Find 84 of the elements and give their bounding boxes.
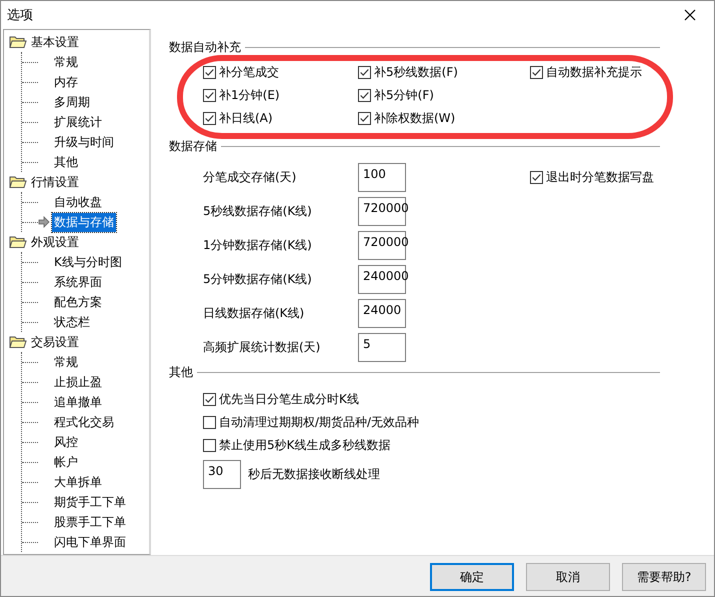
tree-item[interactable]: 状态栏 (52, 312, 92, 332)
check-icon (204, 394, 215, 405)
checkbox[interactable] (203, 66, 216, 79)
checkbox-label: 补5分钟(F) (374, 87, 434, 104)
section-title: 其他 (169, 364, 193, 380)
checkbox-label: 禁止使用5秒K线生成多秒线数据 (219, 437, 391, 454)
input-field[interactable]: 720000 (358, 196, 406, 226)
window-title: 选项 (7, 7, 33, 24)
check-icon (531, 67, 542, 78)
tree-item[interactable]: 自动收盘 (52, 192, 104, 212)
checkbox-label: 退出时分笔数据写盘 (546, 169, 654, 186)
tree-item[interactable]: 多周期 (52, 92, 92, 112)
input-field[interactable]: 30 (203, 460, 241, 489)
tree-group[interactable]: 交易设置 (31, 334, 79, 350)
check-icon (204, 90, 215, 101)
checkbox-label: 补除权数据(W) (374, 110, 456, 127)
tree-item[interactable]: 程式化交易 (52, 412, 116, 432)
checkbox[interactable] (203, 393, 216, 406)
folder-icon (9, 335, 27, 349)
tree-group[interactable]: 外观设置 (31, 234, 79, 250)
tree-group[interactable]: 基本设置 (31, 34, 79, 50)
checkbox[interactable] (203, 112, 216, 125)
checkbox-label: 自动清理过期期权/期货品种/无效品种 (219, 414, 420, 431)
field-label: 分笔成交存储(天) (203, 168, 298, 186)
checkbox[interactable] (358, 89, 371, 102)
checkbox[interactable] (530, 171, 543, 184)
field-label: 高频扩展统计数据(天) (203, 338, 322, 356)
tree-item[interactable]: 数据与存储 (52, 212, 116, 232)
check-icon (204, 113, 215, 124)
checkbox[interactable] (203, 89, 216, 102)
check-icon (531, 172, 542, 183)
tree-item[interactable]: 风控 (52, 432, 80, 452)
input-field[interactable]: 720000 (358, 230, 406, 260)
tree-item[interactable]: 帐户 (52, 452, 80, 472)
field-label: 1分钟数据存储(K线) (203, 236, 313, 254)
section-title: 数据自动补充 (169, 38, 241, 56)
tree-item[interactable]: 常规 (52, 52, 80, 72)
tree-item[interactable]: 升级与时间 (52, 132, 116, 152)
tree-item[interactable]: 闪电下单界面 (52, 532, 128, 552)
field-label: 5分钟数据存储(K线) (203, 270, 313, 288)
tree-item[interactable]: 其他 (52, 152, 80, 172)
input-field[interactable]: 24000 (358, 298, 406, 328)
tree-item[interactable]: 系统界面 (52, 272, 104, 292)
checkbox[interactable] (358, 112, 371, 125)
dialog-button[interactable]: 确定 (430, 563, 514, 591)
checkbox-label: 补5秒线数据(F) (374, 64, 458, 81)
tree-item[interactable]: 配色方案 (52, 292, 104, 312)
dialog-button[interactable]: 需要帮助? (622, 563, 706, 591)
input-field[interactable]: 5 (358, 332, 406, 362)
section-title: 数据存储 (169, 138, 217, 154)
tree-item[interactable]: 大单拆单 (52, 472, 104, 492)
tree-item[interactable]: 股票手工下单 (52, 512, 128, 532)
checkbox[interactable] (530, 66, 543, 79)
tree-group[interactable]: 行情设置 (31, 174, 79, 190)
field-label: 5秒线数据存储(K线) (203, 202, 313, 220)
checkbox[interactable] (203, 416, 216, 429)
tree-item[interactable]: 扩展统计 (52, 112, 104, 132)
input-field[interactable]: 240000 (358, 264, 406, 294)
folder-icon (9, 235, 27, 249)
folder-icon (9, 35, 27, 49)
tree-item[interactable]: 追单撤单 (52, 392, 104, 412)
check-icon (204, 67, 215, 78)
check-icon (359, 113, 370, 124)
checkbox-label: 自动数据补充提示 (546, 64, 642, 81)
checkbox-label: 补1分钟(E) (219, 87, 280, 104)
checkbox-label: 优先当日分笔生成分时K线 (219, 391, 359, 408)
tree-item[interactable]: K线与分时图 (52, 252, 124, 272)
check-icon (359, 67, 370, 78)
input-field[interactable]: 100 (358, 162, 406, 192)
close-icon[interactable] (684, 9, 696, 21)
field-label: 日线数据存储(K线) (203, 304, 306, 322)
folder-icon (9, 175, 27, 189)
checkbox-label: 补日线(A) (219, 110, 273, 127)
field-label: 秒后无数据接收断线处理 (248, 466, 380, 483)
checkbox[interactable] (358, 66, 371, 79)
checkbox-label: 补分笔成交 (219, 64, 279, 81)
check-icon (359, 90, 370, 101)
tree-item[interactable]: 内存 (52, 72, 80, 92)
tree-item[interactable]: 常规 (52, 352, 80, 372)
dialog-button[interactable]: 取消 (526, 563, 610, 591)
arrow-icon (38, 216, 50, 228)
checkbox[interactable] (203, 439, 216, 452)
tree-item[interactable]: 止损止盈 (52, 372, 104, 392)
tree-item[interactable]: 期货手工下单 (52, 492, 128, 512)
